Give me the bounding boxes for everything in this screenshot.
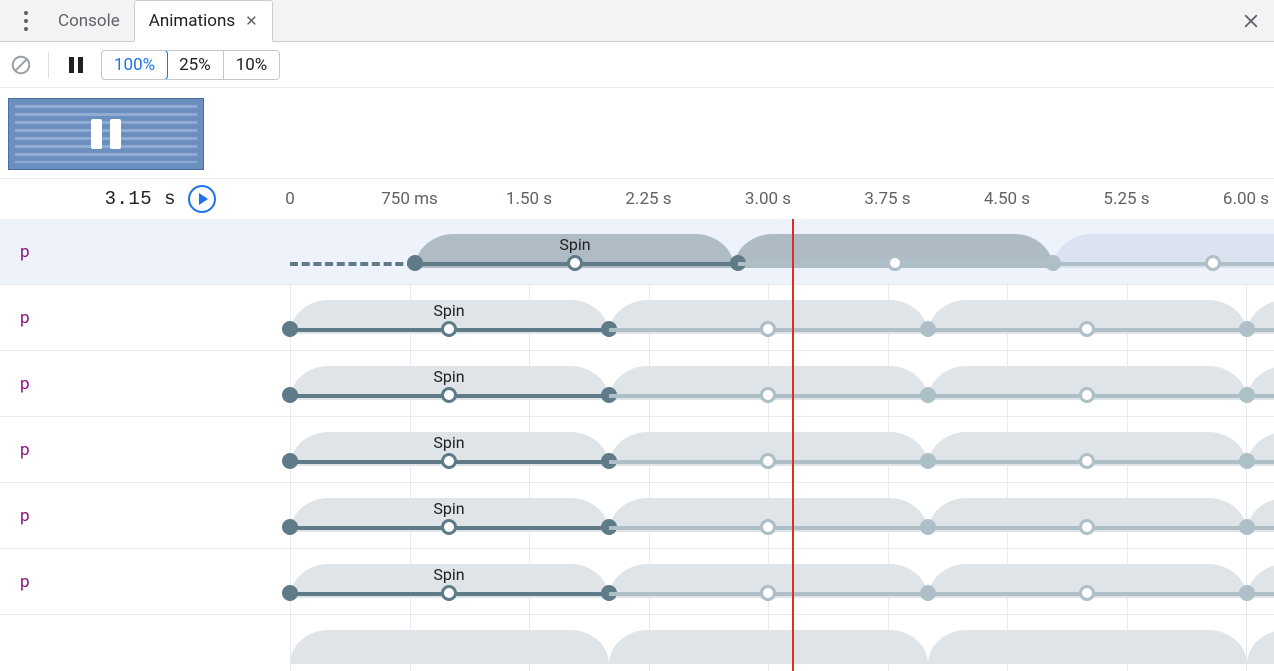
animation-row[interactable]: p Spin xyxy=(0,285,1274,351)
ruler-tick: 3.75 s xyxy=(864,189,910,209)
pause-all-button[interactable] xyxy=(65,54,87,76)
timeline-ruler[interactable]: 3.15 s 0 750 ms 1.50 s 2.25 s 3.00 s 3.75 s 4.… xyxy=(0,179,1274,219)
ruler-tick: 750 ms xyxy=(381,189,438,209)
separator xyxy=(48,52,49,78)
animation-row[interactable]: p Spin xyxy=(0,417,1274,483)
animation-track[interactable]: Spin xyxy=(290,285,1274,350)
tab-console-label: Console xyxy=(58,11,120,31)
drawer-tabs-bar: Console Animations ✕ xyxy=(0,0,1274,42)
pause-icon xyxy=(91,119,121,149)
keyframe-node[interactable] xyxy=(441,387,457,403)
keyframe-endpoint xyxy=(1239,585,1255,601)
tab-animations[interactable]: Animations ✕ xyxy=(134,0,273,42)
animation-group-thumbnail[interactable] xyxy=(8,98,204,170)
keyframe-endpoint xyxy=(920,453,936,469)
animation-track[interactable]: Spin xyxy=(290,417,1274,482)
keyframe-node xyxy=(760,519,776,535)
animation-name-label: Spin xyxy=(433,499,464,518)
animation-track[interactable]: Spin xyxy=(290,483,1274,548)
keyframe-node[interactable] xyxy=(441,453,457,469)
keyframe-endpoint[interactable] xyxy=(282,453,298,469)
animation-name-label: Spin xyxy=(433,367,464,386)
animation-row[interactable] xyxy=(0,615,1274,671)
element-tag-label: p xyxy=(0,483,290,548)
animation-row[interactable]: p Spin xyxy=(0,549,1274,615)
keyframe-endpoint xyxy=(920,585,936,601)
keyframe-node xyxy=(760,387,776,403)
animations-toolbar: 100% 25% 10% xyxy=(0,42,1274,88)
keyframe-endpoint[interactable] xyxy=(407,255,423,271)
keyframe-endpoint xyxy=(1239,387,1255,403)
tab-animations-label: Animations xyxy=(149,11,235,31)
ruler-tick: 2.25 s xyxy=(625,189,671,209)
clear-icon[interactable] xyxy=(10,54,32,76)
keyframe-endpoint xyxy=(1239,453,1255,469)
ruler-tick: 0 xyxy=(285,189,295,209)
keyframe-node[interactable] xyxy=(441,321,457,337)
animation-track[interactable] xyxy=(290,615,1274,671)
keyframe-node xyxy=(760,585,776,601)
keyframe-endpoint[interactable] xyxy=(282,321,298,337)
tab-console[interactable]: Console xyxy=(44,0,134,42)
keyframe-node xyxy=(760,321,776,337)
ruler-tick: 6.00 s xyxy=(1223,189,1269,209)
keyframe-endpoint[interactable] xyxy=(282,519,298,535)
ruler-tick: 5.25 s xyxy=(1103,189,1149,209)
keyframe-endpoint xyxy=(1239,321,1255,337)
keyframe-endpoint xyxy=(920,321,936,337)
close-icon[interactable]: ✕ xyxy=(245,12,258,30)
element-tag-label: p xyxy=(0,351,290,416)
element-tag-label: p xyxy=(0,417,290,482)
keyframe-endpoint xyxy=(920,519,936,535)
keyframe-node[interactable] xyxy=(441,585,457,601)
animation-track[interactable]: Spin xyxy=(290,351,1274,416)
keyframe-node xyxy=(760,453,776,469)
more-menu-icon[interactable] xyxy=(8,0,44,42)
animation-row[interactable]: p Spin xyxy=(0,219,1274,285)
element-tag-label: p xyxy=(0,549,290,614)
speed-25-button[interactable]: 25% xyxy=(167,51,224,79)
playback-speed-group: 100% 25% 10% xyxy=(101,50,280,80)
close-drawer-button[interactable] xyxy=(1240,10,1262,32)
keyframe-node xyxy=(1079,387,1095,403)
element-tag-label: p xyxy=(0,285,290,350)
element-tag-label xyxy=(0,615,290,671)
ruler-tick: 1.50 s xyxy=(506,189,552,209)
animation-track[interactable]: Spin xyxy=(290,219,1274,284)
element-tag-label: p xyxy=(0,219,290,284)
keyframe-node xyxy=(1079,519,1095,535)
keyframe-endpoint[interactable] xyxy=(282,585,298,601)
animation-row[interactable]: p Spin xyxy=(0,351,1274,417)
animation-timeline: p Spin p Spin p Spin p Spin p Spin p Spin xyxy=(0,219,1274,671)
keyframe-endpoint xyxy=(1239,519,1255,535)
animation-track[interactable]: Spin xyxy=(290,549,1274,614)
keyframe-node xyxy=(887,255,903,271)
keyframe-node[interactable] xyxy=(567,255,583,271)
keyframe-endpoint[interactable] xyxy=(282,387,298,403)
animation-name-label: Spin xyxy=(433,565,464,584)
animation-row[interactable]: p Spin xyxy=(0,483,1274,549)
ruler-tick: 4.50 s xyxy=(984,189,1030,209)
animation-groups-row xyxy=(0,88,1274,179)
keyframe-node[interactable] xyxy=(441,519,457,535)
keyframe-node xyxy=(1079,453,1095,469)
animation-name-label: Spin xyxy=(559,235,590,254)
current-time-label: 3.15 s xyxy=(105,188,176,210)
keyframe-endpoint xyxy=(920,387,936,403)
animation-name-label: Spin xyxy=(433,433,464,452)
ruler-tick: 3.00 s xyxy=(745,189,791,209)
keyframe-node xyxy=(1205,255,1221,271)
speed-100-button[interactable]: 100% xyxy=(101,50,168,80)
play-button[interactable] xyxy=(188,185,216,213)
keyframe-node xyxy=(1079,585,1095,601)
speed-10-button[interactable]: 10% xyxy=(224,51,280,79)
ruler-ticks: 0750 ms1.50 s2.25 s3.00 s3.75 s4.50 s5.2… xyxy=(290,179,1274,219)
animation-name-label: Spin xyxy=(433,301,464,320)
keyframe-node xyxy=(1079,321,1095,337)
keyframe-endpoint xyxy=(1045,255,1061,271)
